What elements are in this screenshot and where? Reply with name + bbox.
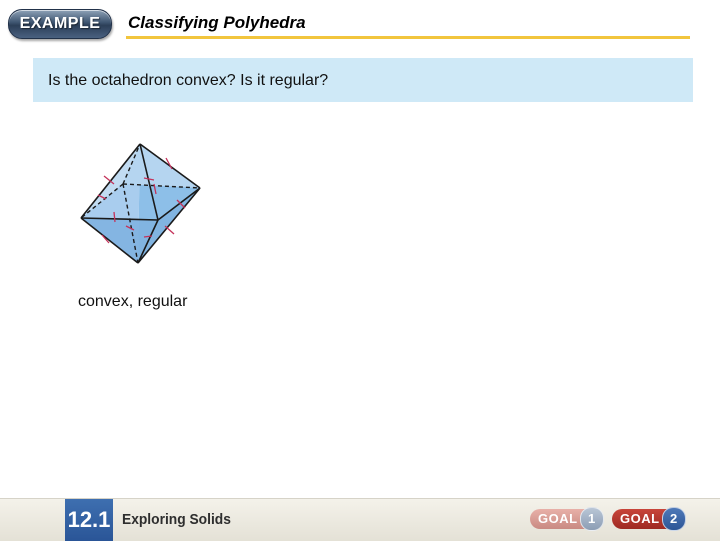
example-badge: EXAMPLE bbox=[8, 9, 112, 39]
goal-1-button[interactable]: GOAL 1 bbox=[530, 507, 604, 531]
goal-label: GOAL bbox=[612, 509, 668, 529]
answer-text: convex, regular bbox=[78, 293, 188, 310]
page-title: Classifying Polyhedra bbox=[128, 13, 306, 32]
footer-bar: 12.1 Exploring Solids GOAL 1 GOAL 2 bbox=[0, 498, 720, 541]
header-divider bbox=[126, 36, 690, 39]
goal-label: GOAL bbox=[530, 509, 586, 529]
section-title: Exploring Solids bbox=[122, 511, 231, 528]
goal-number: 1 bbox=[579, 507, 604, 531]
goal-2-button[interactable]: GOAL 2 bbox=[612, 507, 686, 531]
goal-number: 2 bbox=[661, 507, 686, 531]
octahedron-figure bbox=[78, 140, 204, 268]
question-box: Is the octahedron convex? Is it regular? bbox=[33, 58, 693, 102]
octahedron-illustration bbox=[80, 143, 201, 264]
section-number-badge: 12.1 bbox=[65, 499, 113, 541]
question-text: Is the octahedron convex? Is it regular? bbox=[48, 72, 329, 89]
